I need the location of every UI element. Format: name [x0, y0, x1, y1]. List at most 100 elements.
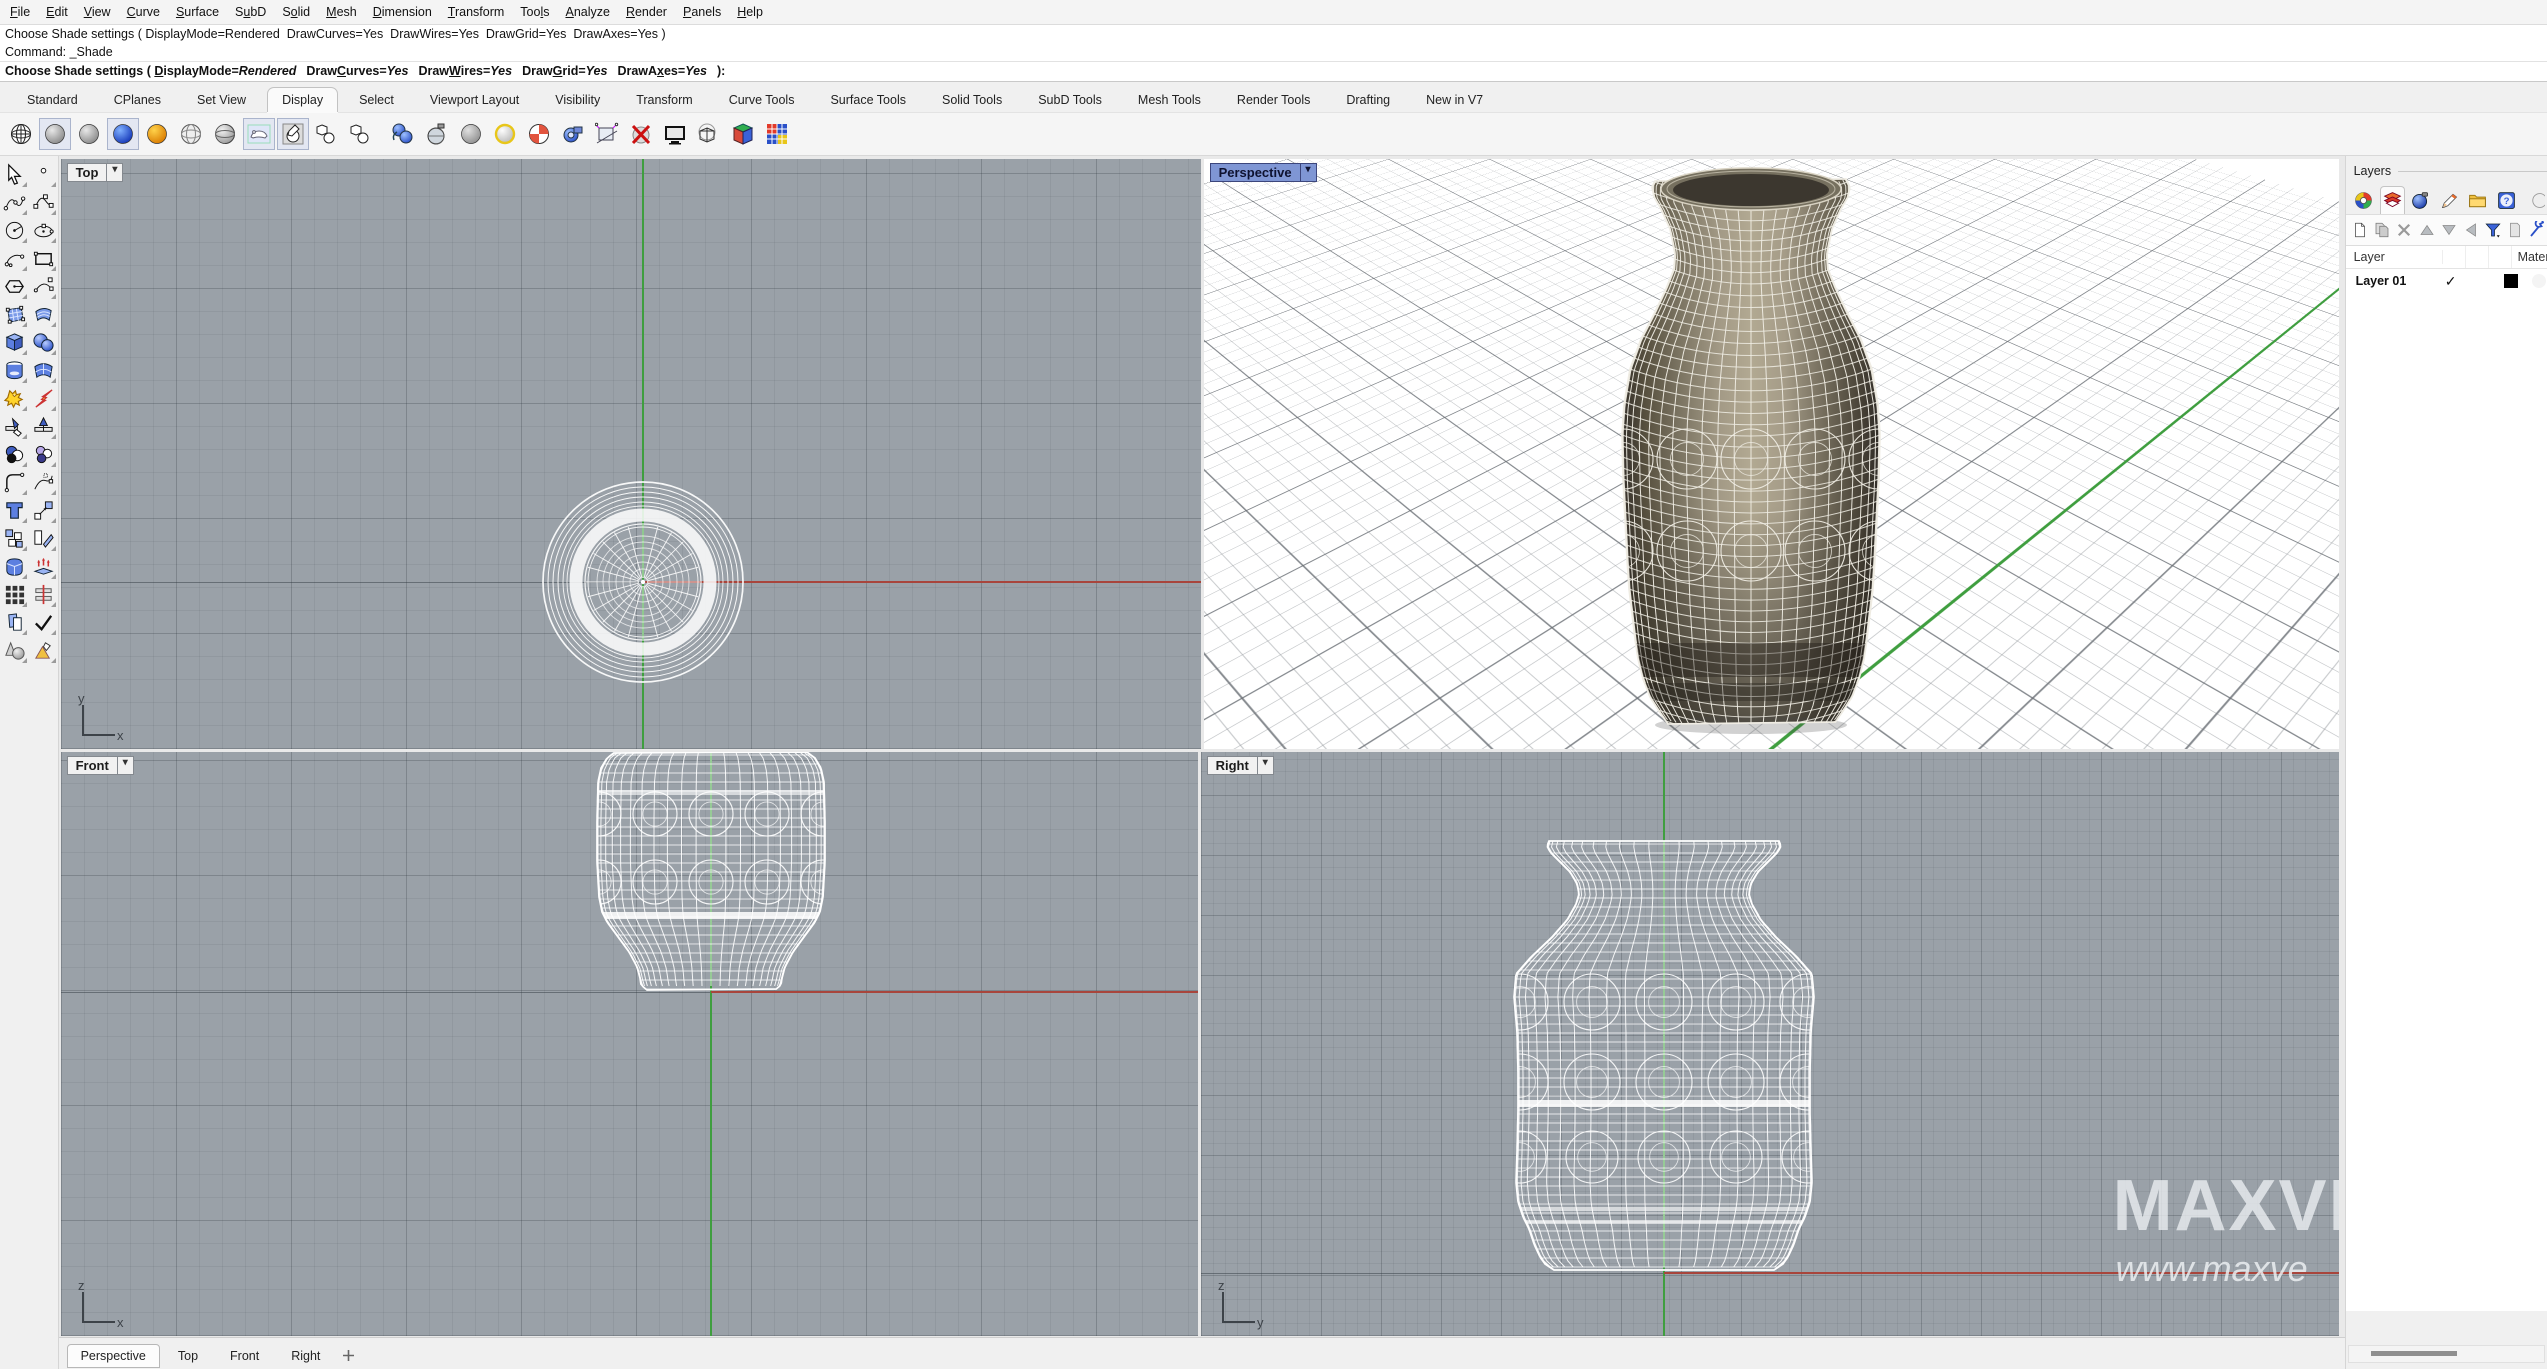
prompt-option-drawwires[interactable]: DrawWires=Yes: [418, 64, 512, 78]
toolbar-tab-curve-tools[interactable]: Curve Tools: [714, 87, 810, 112]
sphere-pair-icon[interactable]: [30, 328, 57, 356]
toolbar-tab-drafting[interactable]: Drafting: [1331, 87, 1405, 112]
text-icon[interactable]: [1, 496, 28, 524]
menu-help[interactable]: Help: [729, 3, 771, 21]
viewport-tab-top[interactable]: Top: [164, 1344, 212, 1368]
toolbar-tab-new-in-v7[interactable]: New in V7: [1411, 87, 1498, 112]
technical-display-icon[interactable]: [209, 118, 241, 150]
cancel-shade-icon[interactable]: [625, 118, 657, 150]
viewport-perspective[interactable]: Perspective ▾: [1204, 159, 2339, 749]
toolbar-tab-select[interactable]: Select: [344, 87, 409, 112]
help-tab-icon[interactable]: ?: [2494, 186, 2518, 214]
menu-solid[interactable]: Solid: [274, 3, 318, 21]
analyze-direction-icon[interactable]: [523, 118, 555, 150]
viewport-perspective-title[interactable]: Perspective: [1210, 163, 1301, 182]
viewport-right-label[interactable]: Right ▾: [1207, 756, 1274, 775]
layer-row[interactable]: Layer 01✓: [2346, 269, 2547, 293]
menu-panels[interactable]: Panels: [675, 3, 729, 21]
rectangle-icon[interactable]: [30, 244, 57, 272]
rendered-display-icon[interactable]: [107, 118, 139, 150]
layer-options-icon[interactable]: [2506, 220, 2525, 241]
toolbar-tab-set-view[interactable]: Set View: [182, 87, 261, 112]
box-icon[interactable]: [1, 328, 28, 356]
surface-loft-icon[interactable]: [30, 300, 57, 328]
scale-icon[interactable]: [30, 496, 57, 524]
collapse-icon[interactable]: [2461, 220, 2480, 241]
curve-handle-icon[interactable]: [30, 272, 57, 300]
menu-curve[interactable]: Curve: [119, 3, 168, 21]
solid-tools-icon[interactable]: [1, 552, 28, 580]
polygon-icon[interactable]: [1, 272, 28, 300]
circle-center-radius-icon[interactable]: [1, 216, 28, 244]
menu-analyze[interactable]: Analyze: [557, 3, 617, 21]
blend-curve-icon[interactable]: [30, 468, 57, 496]
menu-subd[interactable]: SubD: [227, 3, 274, 21]
shaded-display-icon[interactable]: [39, 118, 71, 150]
menu-view[interactable]: View: [76, 3, 119, 21]
prompt-option-drawaxes[interactable]: DrawAxes=Yes: [617, 64, 707, 78]
toolbar-tab-viewport-layout[interactable]: Viewport Layout: [415, 87, 534, 112]
menu-dimension[interactable]: Dimension: [365, 3, 440, 21]
raytraced-display-icon[interactable]: [345, 118, 377, 150]
ghosted-display-icon[interactable]: [141, 118, 173, 150]
menu-edit[interactable]: Edit: [38, 3, 76, 21]
menu-mesh[interactable]: Mesh: [318, 3, 365, 21]
viewport-in-viewport-icon[interactable]: [591, 118, 623, 150]
toolbar-tab-transform[interactable]: Transform: [621, 87, 708, 112]
new-viewport-tab-button[interactable]: [338, 1346, 358, 1366]
curve-interpolate-icon[interactable]: [1, 188, 28, 216]
more-tab-icon[interactable]: [2522, 186, 2546, 214]
viewport-perspective-label[interactable]: Perspective ▾: [1210, 163, 1317, 182]
scrollbar-thumb[interactable]: [2371, 1351, 2457, 1356]
layer-color-swatch[interactable]: [2504, 274, 2518, 288]
explode-icon[interactable]: [1, 384, 28, 412]
viewport-front-label[interactable]: Front ▾: [67, 756, 134, 775]
viewport-tab-front[interactable]: Front: [216, 1344, 273, 1368]
viewport-top-title[interactable]: Top: [67, 163, 108, 182]
toolbar-tab-cplanes[interactable]: CPlanes: [99, 87, 176, 112]
curve-control-points-icon[interactable]: [30, 188, 57, 216]
prompt-option-drawgrid[interactable]: DrawGrid=Yes: [522, 64, 607, 78]
prompt-option-drawcurves[interactable]: DrawCurves=Yes: [306, 64, 408, 78]
xray-display-icon[interactable]: [175, 118, 207, 150]
toolbar-tab-visibility[interactable]: Visibility: [540, 87, 615, 112]
menu-tools[interactable]: Tools: [512, 3, 557, 21]
single-point-icon[interactable]: [30, 160, 57, 188]
chevron-down-icon[interactable]: ▾: [1301, 163, 1317, 182]
surface-patch-icon[interactable]: [30, 356, 57, 384]
shaded-gray-display-icon[interactable]: [73, 118, 105, 150]
rendering-tab-icon[interactable]: [2409, 186, 2433, 214]
shade-selected-icon[interactable]: [489, 118, 521, 150]
menu-transform[interactable]: Transform: [440, 3, 513, 21]
explode-flash-icon[interactable]: [30, 384, 57, 412]
split-icon[interactable]: [30, 412, 57, 440]
artistic-display-icon[interactable]: [243, 118, 275, 150]
array-icon[interactable]: [30, 552, 57, 580]
chevron-down-icon[interactable]: ▾: [118, 756, 134, 775]
block-icon[interactable]: [1, 524, 28, 552]
viewport-tab-right[interactable]: Right: [277, 1344, 334, 1368]
libraries-tab-icon[interactable]: [2466, 186, 2490, 214]
prompt-option-displaymode[interactable]: DisplayMode=Rendered: [154, 64, 296, 78]
camera-icon[interactable]: [557, 118, 589, 150]
spherical-panorama-icon[interactable]: [421, 118, 453, 150]
layers-horizontal-scrollbar[interactable]: [2348, 1345, 2545, 1363]
viewport-top[interactable]: Top ▾ yx: [61, 159, 1201, 749]
viewport-front-title[interactable]: Front: [67, 756, 118, 775]
boolean-difference-icon[interactable]: [30, 440, 57, 468]
select-pointer-icon[interactable]: [1, 160, 28, 188]
grid-array-icon[interactable]: [1, 580, 28, 608]
wireframe-display-icon[interactable]: [5, 118, 37, 150]
viewport-top-label[interactable]: Top ▾: [67, 163, 124, 182]
primitives-icon[interactable]: [1, 636, 28, 664]
toolbar-tab-display[interactable]: Display: [267, 87, 338, 112]
layers-tab-icon[interactable]: [2380, 186, 2404, 214]
viewport-right[interactable]: MAXVE www.maxve Right ▾ zy: [1201, 752, 2339, 1336]
menu-render[interactable]: Render: [618, 3, 675, 21]
viewport-right-title[interactable]: Right: [1207, 756, 1258, 775]
boolean-union-icon[interactable]: [1, 440, 28, 468]
toolbar-tab-render-tools[interactable]: Render Tools: [1222, 87, 1325, 112]
cylinder-surface-icon[interactable]: [1, 356, 28, 384]
check-select-icon[interactable]: [30, 608, 57, 636]
layer-name[interactable]: Layer 01: [2346, 274, 2434, 288]
